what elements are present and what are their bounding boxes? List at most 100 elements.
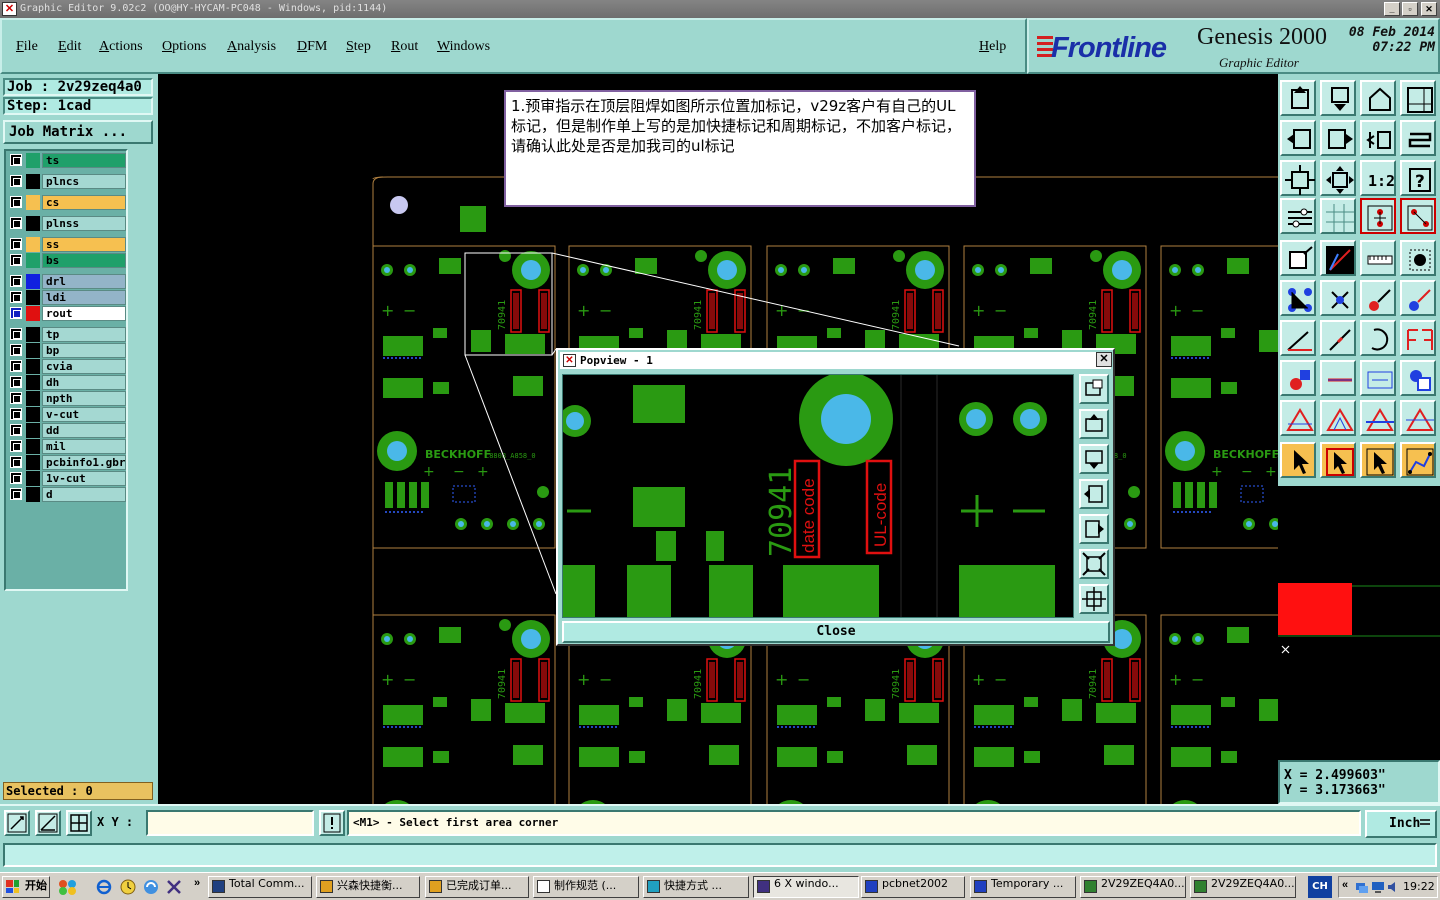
line-tool-icon[interactable]	[1320, 240, 1356, 276]
layer-checkbox[interactable]	[10, 376, 22, 388]
layer-checkbox[interactable]	[10, 196, 22, 208]
taskbar-item[interactable]: Total Comm...	[208, 876, 312, 898]
layer-row-dh[interactable]: dh	[8, 375, 126, 390]
layer-row-dd[interactable]: dd	[8, 423, 126, 438]
layer-checkbox[interactable]	[10, 275, 22, 287]
clock-app-icon[interactable]	[120, 879, 136, 895]
taskbar-item[interactable]: 制作规范 (...	[533, 876, 639, 898]
layer-row-ss[interactable]: ss	[8, 237, 126, 252]
layer-checkbox[interactable]	[10, 488, 22, 500]
group-icon[interactable]	[1400, 360, 1436, 396]
layer-row-mil[interactable]: mil	[8, 439, 126, 454]
menu-file[interactable]: File	[16, 39, 38, 55]
layer-row-cvia[interactable]: cvia	[8, 359, 126, 374]
pad-tool-icon[interactable]	[1400, 240, 1436, 276]
layer-color-swatch[interactable]	[26, 216, 40, 231]
triangle-icon[interactable]	[1280, 400, 1316, 436]
popview-pan-down-icon[interactable]	[1079, 444, 1109, 474]
taskbar-item[interactable]: pcbnet2002	[861, 876, 965, 898]
layer-name[interactable]: v-cut	[42, 407, 126, 422]
snap-center-icon[interactable]	[66, 810, 92, 836]
dimension-icon[interactable]	[1360, 360, 1396, 396]
unit-selector[interactable]: Inch	[1365, 810, 1437, 838]
layer-checkbox[interactable]	[10, 217, 22, 229]
menu-step[interactable]: Step	[346, 39, 371, 55]
split-view-icon[interactable]	[1400, 80, 1436, 116]
layer-row-ldi[interactable]: ldi	[8, 290, 126, 305]
layer-checkbox[interactable]	[10, 328, 22, 340]
arrow-pad2-icon[interactable]	[1400, 280, 1436, 316]
menu-analysis[interactable]: Analysis	[227, 39, 276, 55]
taskbar-item[interactable]: Temporary ...	[970, 876, 1076, 898]
layer-name[interactable]: bp	[42, 343, 126, 358]
layer-color-swatch[interactable]	[26, 439, 40, 454]
cross-icon[interactable]	[1320, 280, 1356, 316]
layer-color-swatch[interactable]	[26, 153, 40, 168]
xy-input[interactable]	[146, 810, 314, 836]
move-pad-icon[interactable]	[1280, 360, 1316, 396]
layer-name[interactable]: d	[42, 487, 126, 502]
layer-row-drl[interactable]: drl	[8, 274, 126, 289]
popview-pan-up-icon[interactable]	[1079, 409, 1109, 439]
layer-name[interactable]: 1v-cut	[42, 471, 126, 486]
taskbar-item[interactable]: 快捷方式 ...	[643, 876, 749, 898]
layer-checkbox[interactable]	[10, 456, 22, 468]
taskbar-item[interactable]: 兴森快捷衡...	[316, 876, 420, 898]
menu-rout[interactable]: Rout	[391, 39, 418, 55]
menu-options[interactable]: Options	[162, 39, 206, 55]
layer-name[interactable]: dd	[42, 423, 126, 438]
layer-checkbox[interactable]	[10, 440, 22, 452]
layer-color-swatch[interactable]	[26, 237, 40, 252]
display-icon[interactable]	[1371, 880, 1385, 894]
layer-name[interactable]: npth	[42, 391, 126, 406]
layer-color-swatch[interactable]	[26, 455, 40, 470]
layer-checkbox[interactable]	[10, 472, 22, 484]
query-icon[interactable]: ?	[1400, 160, 1436, 196]
layer-row-ts[interactable]: ts	[8, 153, 126, 168]
layer-color-swatch[interactable]	[26, 290, 40, 305]
snap-red2-icon[interactable]	[1400, 198, 1436, 234]
pan-down-icon[interactable]	[1320, 80, 1356, 116]
alert-icon[interactable]	[319, 810, 345, 836]
quicklaunch-app-icon[interactable]	[58, 879, 78, 895]
layer-color-swatch[interactable]	[26, 174, 40, 189]
zoom-center-icon[interactable]	[1320, 160, 1356, 196]
layer-row-pcbinfo1-gbr[interactable]: pcbinfo1.gbr	[8, 455, 126, 470]
popview-zoom-out-icon[interactable]	[1079, 584, 1109, 614]
line-draw-icon[interactable]	[1320, 320, 1356, 356]
layer-name[interactable]: tp	[42, 327, 126, 342]
layer-color-swatch[interactable]	[26, 471, 40, 486]
menu-help[interactable]: Help	[979, 39, 1006, 55]
layer-row-d[interactable]: d	[8, 487, 126, 502]
measure-icon[interactable]	[1280, 198, 1316, 234]
layer-color-swatch[interactable]	[26, 407, 40, 422]
layer-name[interactable]: drl	[42, 274, 126, 289]
select-box-icon[interactable]	[1280, 240, 1316, 276]
minus-line-icon[interactable]	[1320, 360, 1356, 396]
popview-fit-icon[interactable]	[1079, 549, 1109, 579]
layer-row-plncs[interactable]: plncs	[8, 174, 126, 189]
layer-name[interactable]: dh	[42, 375, 126, 390]
popview-close-button[interactable]: Close	[562, 621, 1110, 643]
layer-color-swatch[interactable]	[26, 195, 40, 210]
menu-edit[interactable]: Edit	[58, 39, 81, 55]
layer-name[interactable]: ts	[42, 153, 126, 168]
scale-1to1-icon[interactable]: 1:2	[1360, 160, 1396, 196]
start-button[interactable]: 开始	[2, 876, 50, 898]
popview-pan-left-icon[interactable]	[1079, 479, 1109, 509]
tray-expand-icon[interactable]: «	[1342, 879, 1348, 891]
layer-checkbox[interactable]	[10, 154, 22, 166]
quicklaunch-expand-icon[interactable]: »	[194, 877, 200, 889]
xwin-icon[interactable]	[166, 879, 182, 895]
taskbar-item[interactable]: 2V29ZEQ4A0...	[1190, 876, 1296, 898]
popview-canvas[interactable]: 70941 date code UL-code	[562, 374, 1074, 618]
layer-checkbox[interactable]	[10, 238, 22, 250]
menu-actions[interactable]: Actions	[99, 39, 143, 55]
language-indicator[interactable]: CH	[1308, 876, 1332, 898]
zoom-prev-icon[interactable]	[1360, 120, 1396, 156]
route-icon[interactable]	[1400, 442, 1436, 478]
grid-icon[interactable]	[1320, 198, 1356, 234]
taskbar-item[interactable]: 6 X windo...	[753, 876, 859, 898]
layer-color-swatch[interactable]	[26, 375, 40, 390]
layer-checkbox[interactable]	[10, 344, 22, 356]
